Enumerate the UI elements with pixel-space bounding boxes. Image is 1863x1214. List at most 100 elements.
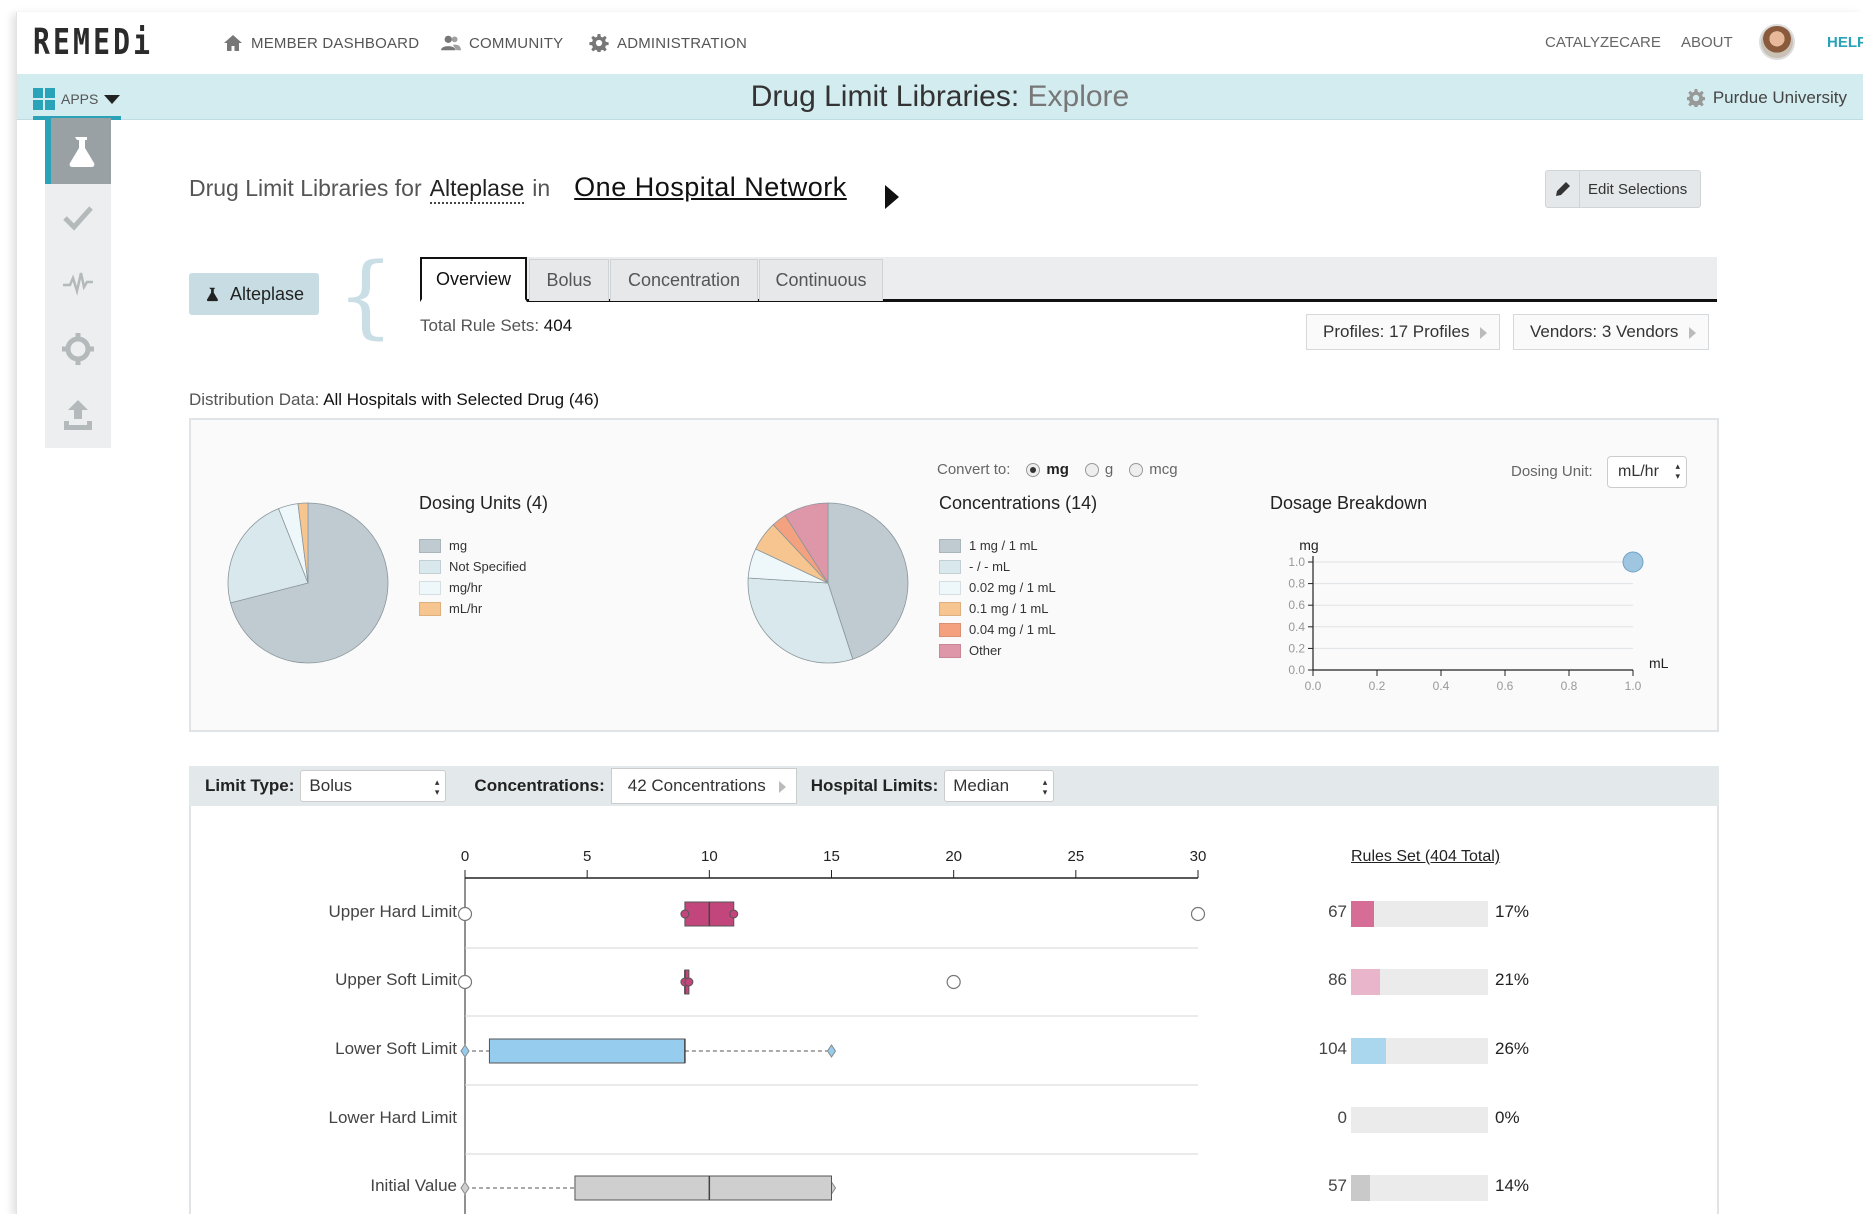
limit-type-select[interactable]: Bolus — [300, 770, 447, 802]
page-title-sub: Explore — [1027, 80, 1130, 113]
boxplot-tick-label: 0 — [460, 848, 470, 865]
x-tick-label: 1.0 — [1625, 679, 1642, 693]
organization[interactable]: Purdue University — [1686, 88, 1847, 108]
tab-bolus[interactable]: Bolus — [529, 259, 609, 301]
rules-bar-initial-value[interactable] — [1351, 1175, 1488, 1201]
top-nav: REMEDi MEMBER DASHBOARD COMMUNITY ADMINI… — [17, 12, 1863, 74]
rules-percent: 21% — [1495, 970, 1530, 989]
header-drug-link[interactable]: Alteplase — [429, 175, 525, 204]
header-network-link[interactable]: One Hospital Network — [574, 172, 847, 203]
concentrations-legend-item: Other — [939, 640, 1056, 661]
gear-icon — [589, 34, 609, 52]
title-bar: APPS Drug Limit Libraries: Explore Purdu… — [17, 74, 1863, 120]
pulse-icon — [63, 272, 93, 296]
nav-administration[interactable]: ADMINISTRATION — [589, 34, 747, 52]
tab-continuous[interactable]: Continuous — [759, 259, 883, 301]
boxplot-tick-label: 10 — [700, 848, 718, 865]
concentrations-pie-chart — [747, 502, 909, 664]
radio-mcg-label[interactable]: mcg — [1149, 461, 1177, 478]
dosing-unit-select[interactable]: mL/hr — [1607, 456, 1687, 488]
x-tick-label: 0.6 — [1497, 679, 1514, 693]
boxplot-row-label: Initial Value — [370, 1176, 457, 1195]
rules-bar-lower-hard-limit[interactable] — [1351, 1107, 1488, 1133]
radio-g[interactable] — [1084, 462, 1099, 477]
user-avatar[interactable] — [1759, 24, 1795, 60]
convert-to-group: Convert to: mg g mcg — [937, 461, 1178, 478]
legend-swatch — [939, 580, 961, 595]
drug-chip[interactable]: Alteplase — [189, 273, 319, 315]
vendors-button[interactable]: Vendors: 3 Vendors — [1513, 314, 1710, 350]
profiles-button[interactable]: Profiles: 17 Profiles — [1306, 314, 1501, 350]
boxplot-tick-label: 30 — [1189, 848, 1207, 865]
edit-selections-button[interactable]: Edit Selections — [1545, 170, 1701, 208]
x-tick-label: 0.8 — [1561, 679, 1578, 693]
x-axis-label: mL — [1649, 655, 1669, 671]
rules-bar-upper-hard-limit[interactable] — [1351, 901, 1488, 927]
y-tick-label: 0.8 — [1288, 577, 1305, 591]
rail-drug-libraries-button[interactable] — [45, 118, 111, 184]
radio-mcg[interactable] — [1129, 462, 1144, 477]
legend-swatch — [939, 538, 961, 553]
concentrations-filter-button[interactable]: 42 Concentrations — [610, 768, 797, 804]
rules-bar-fill — [1351, 1038, 1387, 1064]
nav-community[interactable]: COMMUNITY — [441, 34, 563, 52]
edit-selections-label: Edit Selections — [1588, 180, 1688, 198]
rail-activity-button[interactable] — [45, 250, 111, 316]
play-arrow-icon[interactable] — [885, 185, 899, 209]
concentrations-legend-item: 0.1 mg / 1 mL — [939, 598, 1056, 619]
limits-panel — [189, 806, 1719, 1214]
legend-label: 0.02 mg / 1 mL — [969, 580, 1056, 595]
dosing-units-title: Dosing Units (4) — [419, 493, 549, 513]
tab-overview[interactable]: Overview — [420, 257, 527, 302]
legend-label: 0.04 mg / 1 mL — [969, 622, 1056, 637]
flask-icon — [206, 287, 218, 302]
nav-administration-label: ADMINISTRATION — [617, 34, 748, 52]
rail-target-button[interactable] — [45, 316, 111, 382]
dosing-units-legend-item: mg — [419, 535, 526, 556]
dosing-units-legend: mg Not Specified mg/hr mL/hr — [419, 535, 526, 619]
rules-bar-fill — [1351, 969, 1381, 995]
rules-bar-lower-soft-limit[interactable] — [1351, 1038, 1488, 1064]
concentrations-legend-item: 0.04 mg / 1 mL — [939, 619, 1056, 640]
flask-icon — [69, 137, 95, 167]
y-tick-label: 1.0 — [1288, 555, 1305, 569]
y-tick-label: 0.0 — [1288, 663, 1305, 677]
tab-concentration[interactable]: Concentration — [610, 259, 758, 301]
rules-bar-upper-soft-limit[interactable] — [1351, 969, 1488, 995]
total-rule-sets: Total Rule Sets: 404 — [420, 316, 572, 336]
concentrations-legend: 1 mg / 1 mL - / - mL 0.02 mg / 1 mL 0.1 mg … — [939, 535, 1056, 661]
total-rule-sets-value: 404 — [543, 316, 573, 335]
radio-g-label[interactable]: g — [1105, 461, 1113, 478]
boxplot-tick-label: 5 — [582, 848, 592, 865]
rail-check-button[interactable] — [45, 184, 111, 250]
legend-label: Not Specified — [449, 559, 527, 574]
home-icon — [224, 35, 242, 51]
app-logo[interactable]: REMEDi — [33, 22, 153, 63]
convert-label: Convert to: — [937, 461, 1011, 478]
upload-icon — [64, 400, 92, 430]
nav-help[interactable]: HELP — [1827, 34, 1863, 51]
header-prefix: Drug Limit Libraries for — [189, 175, 422, 201]
radio-mg-label[interactable]: mg — [1046, 461, 1069, 478]
boxplot-tick-label: 15 — [823, 848, 840, 865]
concentrations-title: Concentrations (14) — [939, 493, 1098, 513]
hospital-limits-select[interactable]: Median — [944, 770, 1055, 802]
legend-label: Other — [969, 643, 1002, 658]
rail-upload-button[interactable] — [45, 382, 111, 448]
rules-count: 104 — [1318, 1039, 1347, 1058]
rules-percent: 14% — [1495, 1176, 1530, 1195]
dosing-units-legend-item: mL/hr — [419, 598, 526, 619]
legend-label: 0.1 mg / 1 mL — [969, 601, 1049, 616]
rules-set-header[interactable]: Rules Set (404 Total) — [1351, 848, 1500, 866]
distribution-value: All Hospitals with Selected Drug (46) — [323, 390, 600, 409]
nav-catalyzecare[interactable]: CATALYZECARE — [1545, 34, 1661, 51]
scatter-point[interactable] — [1622, 551, 1644, 573]
rules-bar-fill — [1351, 901, 1374, 927]
nav-about[interactable]: ABOUT — [1681, 34, 1733, 51]
boxplot-row-label: Lower Hard Limit — [328, 1108, 458, 1127]
distribution-data: Distribution Data: All Hospitals with Se… — [189, 390, 599, 410]
legend-swatch — [419, 559, 441, 574]
radio-mg[interactable] — [1026, 462, 1041, 477]
nav-member-dashboard[interactable]: MEMBER DASHBOARD — [223, 34, 419, 52]
rules-percent: 0% — [1495, 1108, 1520, 1127]
